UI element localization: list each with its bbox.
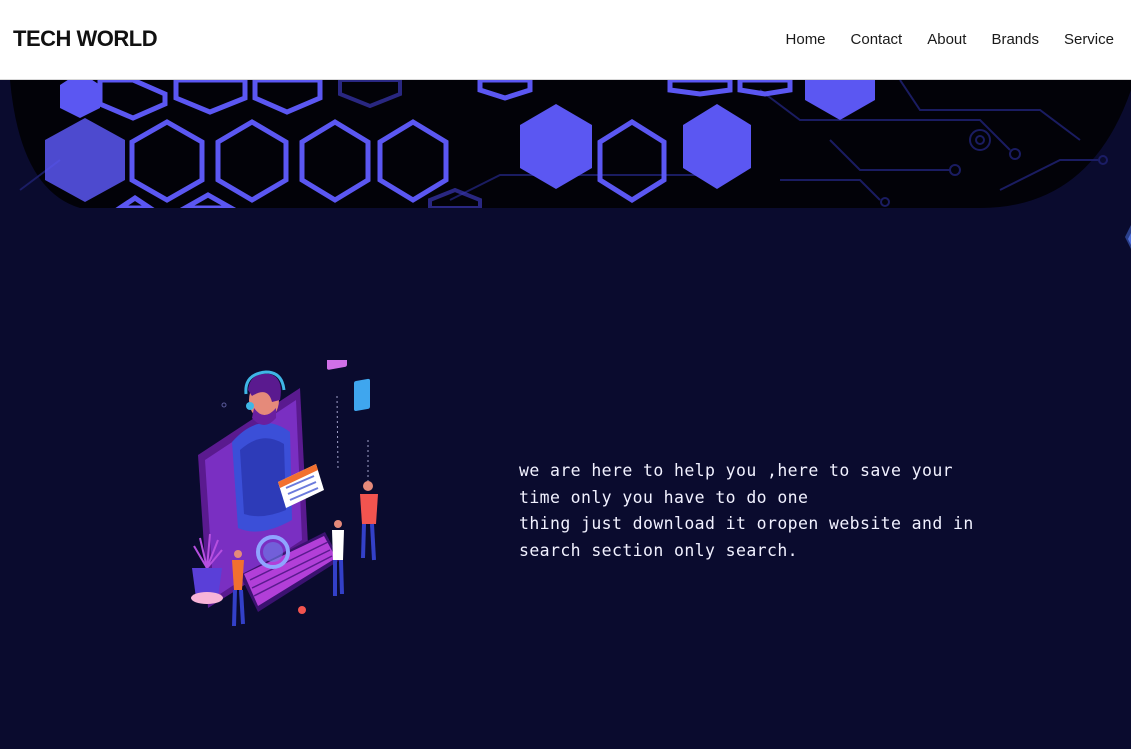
nav-link-brands[interactable]: Brands	[991, 31, 1039, 48]
hero-message-line-4: search section only search.	[519, 540, 799, 560]
hero-message: we are here to help you ,here to save yo…	[519, 458, 974, 564]
circuit-hexagon-banner	[10, 80, 1131, 208]
site-logo[interactable]: TECH WORLD	[13, 26, 158, 52]
hero-message-line-1: we are here to help you ,here to save yo…	[519, 461, 954, 480]
hero-message-line-2: time only you have to do one	[519, 487, 809, 507]
nav-link-home[interactable]: Home	[786, 31, 826, 48]
support-agent-illustration	[191, 360, 378, 627]
side-decoration	[1125, 225, 1131, 249]
nav-link-contact[interactable]: Contact	[851, 31, 903, 48]
main-navigation: Home Contact About Brands Service	[786, 31, 1114, 48]
nav-link-about[interactable]: About	[927, 31, 966, 48]
nav-link-service[interactable]: Service	[1064, 31, 1114, 48]
hero-message-line-3: thing just download it oropen website an…	[519, 514, 974, 533]
top-navbar: TECH WORLD Home Contact About Brands Ser…	[0, 0, 1131, 80]
